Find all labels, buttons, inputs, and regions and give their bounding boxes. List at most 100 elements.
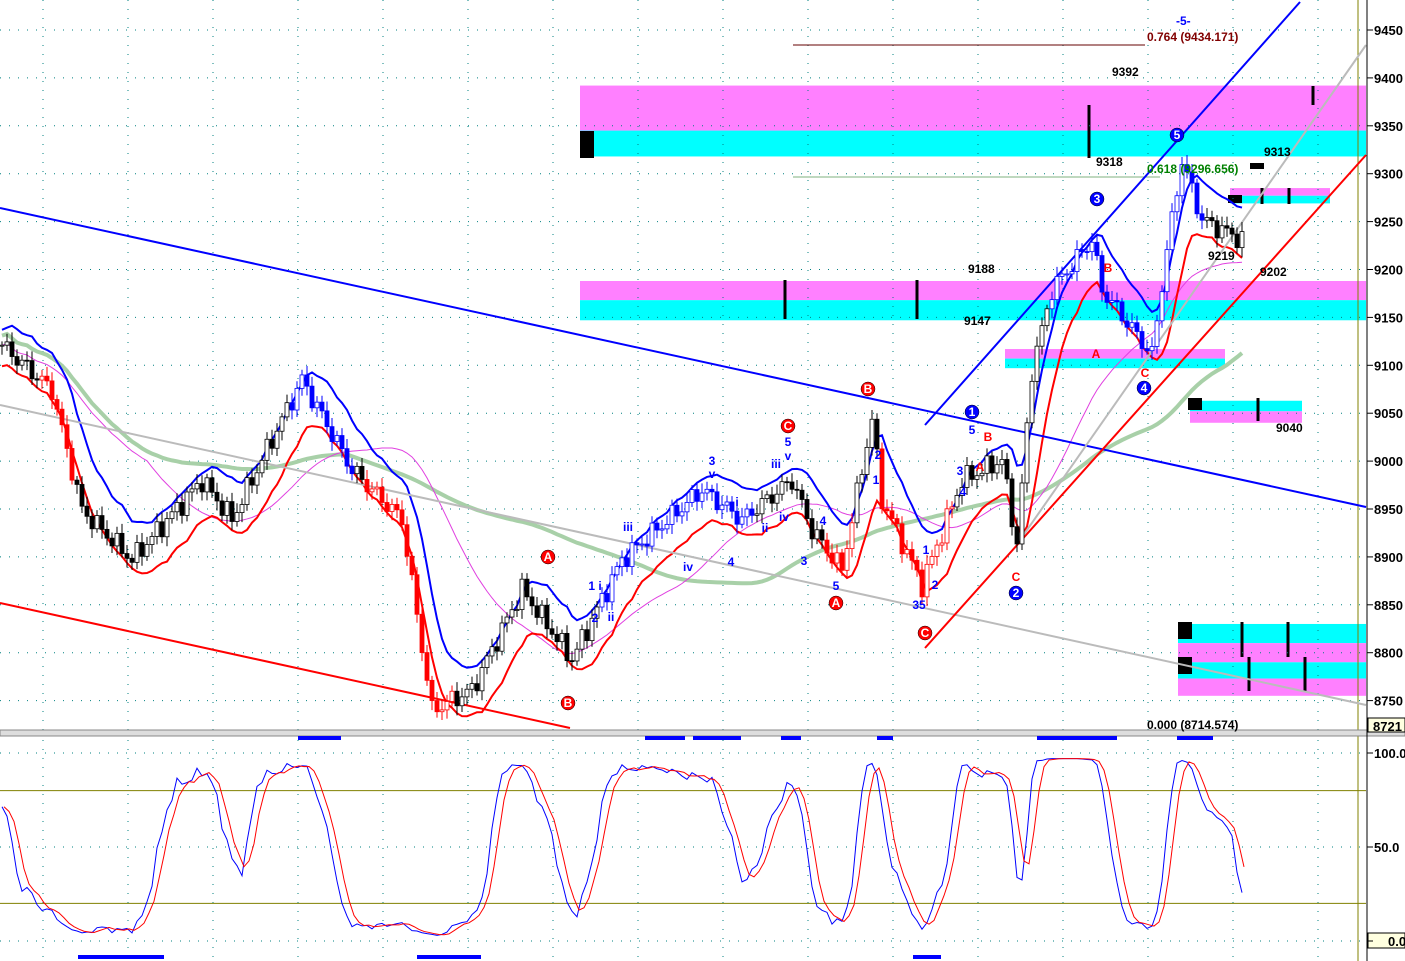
candle-body <box>854 482 860 524</box>
zone-marker <box>1188 398 1202 410</box>
candle-body <box>74 479 80 485</box>
wave-label: i <box>735 495 738 509</box>
price-tick-label: 9450 <box>1374 23 1403 38</box>
candle-body <box>1204 217 1210 221</box>
signal-marker <box>417 955 481 959</box>
candle-body <box>29 360 35 380</box>
candle-body <box>984 455 990 474</box>
candle-body <box>174 502 180 513</box>
candle-body <box>744 508 750 518</box>
candle-body <box>1134 322 1140 332</box>
wave-label: 2 <box>932 578 939 592</box>
price-axis-bg <box>1367 0 1405 961</box>
moving-average-mid <box>1 261 1243 655</box>
candle-body <box>769 494 775 504</box>
candle-body <box>584 629 590 642</box>
price-tick-label: 8950 <box>1374 502 1403 517</box>
candle-body <box>924 563 930 598</box>
candle-body <box>579 629 585 650</box>
candle-body <box>94 515 100 530</box>
wave-circle-label: C <box>921 626 930 640</box>
wave-label: A <box>976 460 985 474</box>
candle-body <box>459 696 465 707</box>
candle-body <box>419 613 425 653</box>
signal-marker <box>877 736 893 740</box>
candle-body <box>484 655 490 668</box>
wave-label: 35 <box>912 598 926 612</box>
candle-body <box>974 475 980 480</box>
candle-body <box>814 529 820 540</box>
candle-body <box>379 486 385 503</box>
wave-label: C <box>1141 366 1150 380</box>
candle-body <box>1164 249 1170 293</box>
candle-body <box>684 502 690 513</box>
candle-body <box>89 515 95 530</box>
candle-body <box>194 483 200 490</box>
candle-body <box>569 660 575 663</box>
candle-body <box>239 504 245 514</box>
candle-body <box>499 622 505 652</box>
candle-body <box>1239 231 1245 249</box>
candle-body <box>359 465 365 480</box>
candle-body <box>624 557 630 567</box>
candle-body <box>1084 251 1090 253</box>
candle-body <box>874 418 880 450</box>
candle-body <box>1124 320 1130 328</box>
signal-marker <box>645 736 685 740</box>
trend-line <box>0 602 571 729</box>
candle-body <box>599 593 605 608</box>
candle-body <box>654 522 660 531</box>
price-level-label: 9318 <box>1096 155 1123 169</box>
candle-body <box>1029 380 1035 424</box>
candle-body <box>1194 182 1200 215</box>
candle-body <box>1214 220 1220 239</box>
candle-body <box>209 477 215 493</box>
candle-body <box>719 504 725 511</box>
candle-body <box>1154 320 1160 347</box>
candle-body <box>1144 348 1150 352</box>
wave-label: iii <box>623 520 633 534</box>
candle-body <box>369 488 375 493</box>
price-tick-label: 9050 <box>1374 406 1403 421</box>
candle-body <box>274 430 280 449</box>
price-tick-label: 9100 <box>1374 358 1403 373</box>
wave-label: 5 <box>785 435 792 449</box>
candle-body <box>284 402 290 418</box>
candle-body <box>474 683 480 692</box>
candle-body <box>889 510 895 519</box>
candle-body <box>179 502 185 516</box>
price-tick-label: 9250 <box>1374 215 1403 230</box>
signal-marker <box>298 736 341 740</box>
wave-label: B <box>1104 261 1113 275</box>
candle-body <box>434 700 440 713</box>
wave-label: 2 <box>875 448 882 462</box>
candle-body <box>249 477 255 486</box>
candle-body <box>84 505 90 517</box>
candle-body <box>1004 459 1010 480</box>
candle-body <box>399 509 405 526</box>
candle-body <box>324 410 330 428</box>
price-level-label: 9188 <box>968 262 995 276</box>
signal-marker <box>781 736 801 740</box>
wave-circle-label: A <box>832 596 841 610</box>
candle-body <box>1114 300 1120 303</box>
fib-label: 0.764 (9434.171) <box>1147 30 1238 44</box>
candle-body <box>659 528 665 531</box>
candle-body <box>429 679 435 701</box>
candle-body <box>154 521 160 537</box>
candle-body <box>1024 422 1030 484</box>
candle-body <box>144 544 150 557</box>
candle-body <box>59 408 65 426</box>
candle-body <box>1014 526 1020 545</box>
chart-svg: 9450 9400 9350 9300 9250 9200 9150 9100 9050 9000… <box>0 0 1405 961</box>
signal-marker <box>913 955 941 959</box>
candle-body <box>609 574 615 603</box>
candle-body <box>304 374 310 387</box>
candle-body <box>1209 217 1215 222</box>
candle-body <box>44 375 50 382</box>
candle-body <box>34 378 40 381</box>
candle-body <box>49 380 55 400</box>
candle-body <box>549 628 555 635</box>
candle-body <box>1069 271 1075 275</box>
candle-body <box>449 690 455 702</box>
